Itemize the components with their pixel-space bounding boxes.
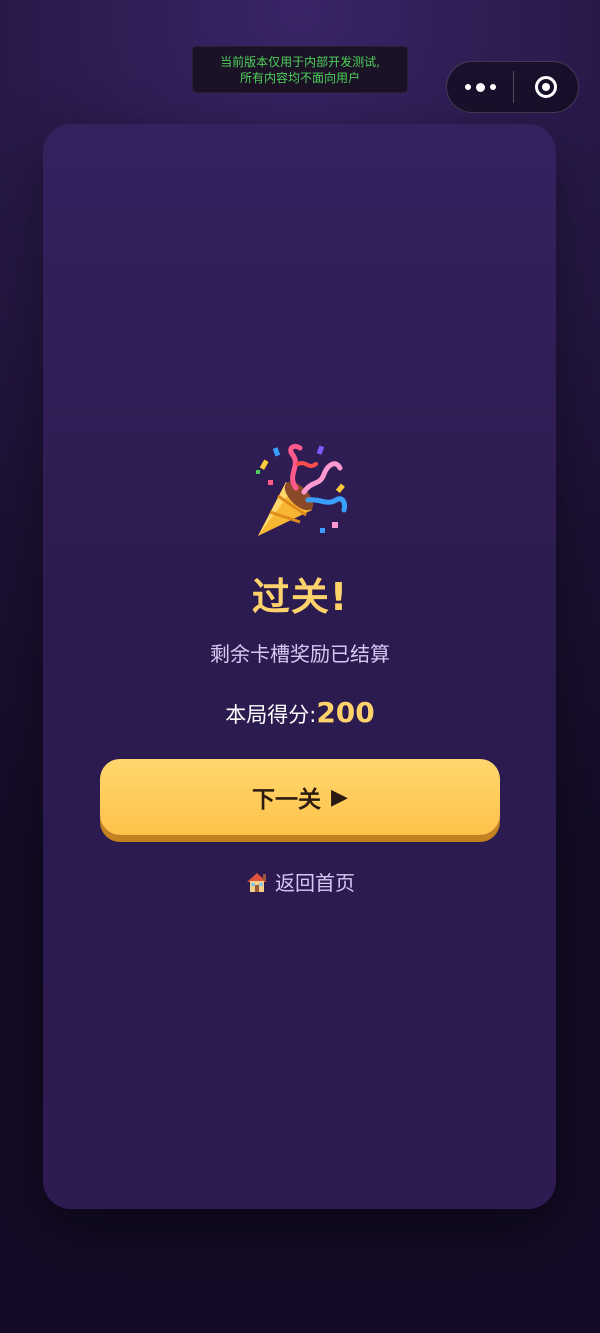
play-arrow-icon: ▶ xyxy=(331,784,348,810)
party-popper-icon xyxy=(256,443,347,536)
mini-program-capsule xyxy=(446,61,579,113)
dev-test-banner: 当前版本仅用于内部开发测试, 所有内容均不面向用户 xyxy=(192,46,408,93)
back-to-home-label: 返回首页 xyxy=(275,871,355,895)
more-dots-icon[interactable] xyxy=(447,62,513,112)
next-level-label: 下一关 xyxy=(252,787,322,813)
house-icon xyxy=(247,872,267,892)
back-to-home-link[interactable]: 返回首页 xyxy=(0,867,600,896)
target-close-icon[interactable] xyxy=(514,62,578,112)
reward-settled-text: 剩余卡槽奖励已结算 xyxy=(210,642,390,666)
next-level-button[interactable]: 下一关 ▶ xyxy=(100,759,500,835)
score-row: 本局得分: 200 xyxy=(0,696,600,729)
level-clear-title: 过关! xyxy=(251,575,349,619)
score-label: 本局得分: xyxy=(225,703,317,727)
dev-banner-line-1: 当前版本仅用于内部开发测试, xyxy=(220,54,380,69)
dev-banner-line-2: 所有内容均不面向用户 xyxy=(239,70,360,85)
score-value: 200 xyxy=(316,696,375,729)
